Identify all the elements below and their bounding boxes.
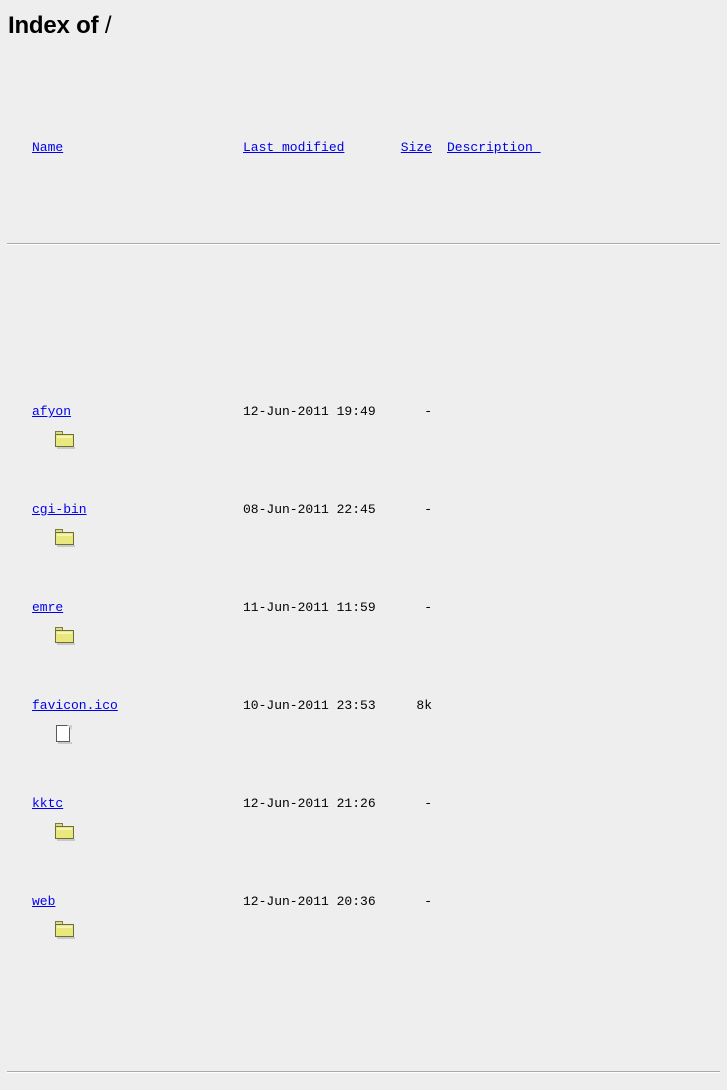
header-name-label: Name bbox=[32, 139, 64, 155]
table-row: web 12-Jun-2011 20:36 - bbox=[0, 890, 727, 939]
sort-by-description-link[interactable]: Description bbox=[447, 136, 541, 161]
entry-size: - bbox=[424, 404, 432, 419]
entry-size: - bbox=[424, 796, 432, 811]
sort-by-last-modified-link[interactable]: Last modified bbox=[243, 136, 344, 161]
sort-by-name-link[interactable]: Name bbox=[32, 136, 63, 161]
entry-name-link[interactable]: emre bbox=[32, 596, 63, 621]
entry-name-label: web bbox=[32, 894, 56, 909]
entry-size: - bbox=[424, 502, 432, 517]
entry-size: - bbox=[424, 894, 432, 909]
folder-icon bbox=[54, 920, 75, 939]
entry-name-label: cgi-bin bbox=[32, 502, 87, 517]
entry-name-label: afyon bbox=[32, 404, 72, 419]
sort-by-size-link[interactable]: Size bbox=[352, 136, 432, 161]
header-divider bbox=[7, 243, 720, 245]
footer-divider bbox=[7, 1070, 720, 1073]
page-title: Index of / bbox=[0, 0, 727, 40]
folder-icon bbox=[54, 430, 75, 449]
header-size-label: Size bbox=[400, 139, 432, 155]
page-title-prefix: Index of bbox=[8, 12, 99, 39]
table-row: emre 11-Jun-2011 11:59 - bbox=[0, 596, 727, 645]
table-row: favicon.ico 10-Jun-2011 23:53 8k bbox=[0, 694, 727, 744]
listing-body: afyon 12-Jun-2011 19:49 - cgi-bin 08-Jun… bbox=[0, 319, 727, 989]
entry-size: 8k bbox=[416, 698, 432, 713]
directory-listing: Name Last modified Size Description afyo… bbox=[0, 40, 727, 1090]
header-last-modified-label: Last modified bbox=[243, 139, 345, 155]
folder-icon bbox=[54, 528, 75, 547]
page-title-path: / bbox=[104, 12, 112, 39]
folder-icon bbox=[54, 822, 75, 841]
document-icon bbox=[55, 724, 75, 744]
table-row: cgi-bin 08-Jun-2011 22:45 - bbox=[0, 498, 727, 547]
table-row: afyon 12-Jun-2011 19:49 - bbox=[0, 400, 727, 449]
folder-icon bbox=[54, 626, 75, 645]
entry-name-label: emre bbox=[32, 600, 64, 615]
entry-name-link[interactable]: afyon bbox=[32, 400, 71, 425]
header-description-label: Description bbox=[447, 139, 541, 155]
entry-name-label: favicon.ico bbox=[32, 698, 118, 713]
entry-name-label: kktc bbox=[32, 796, 64, 811]
entry-name-link[interactable]: cgi-bin bbox=[32, 498, 87, 523]
table-row: kktc 12-Jun-2011 21:26 - bbox=[0, 792, 727, 841]
listing-header-row: Name Last modified Size Description bbox=[0, 136, 727, 160]
entry-size: - bbox=[424, 600, 432, 615]
entry-name-link[interactable]: web bbox=[32, 890, 55, 915]
entry-name-link[interactable]: favicon.ico bbox=[32, 694, 118, 719]
entry-name-link[interactable]: kktc bbox=[32, 792, 63, 817]
